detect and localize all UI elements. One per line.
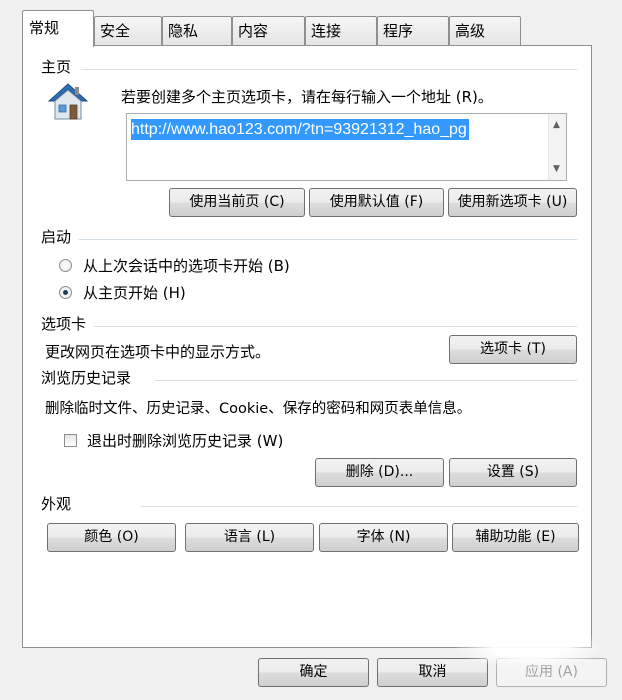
tab-label: 高级 bbox=[455, 22, 486, 40]
home-icon bbox=[47, 83, 89, 120]
tab-security[interactable]: 安全 bbox=[94, 16, 162, 46]
tab-label: 程序 bbox=[383, 22, 414, 40]
tab-label: 隐私 bbox=[168, 22, 199, 40]
fonts-button[interactable]: 字体 (N) bbox=[319, 523, 448, 552]
tab-advanced[interactable]: 高级 bbox=[449, 16, 521, 46]
watermark-overlay bbox=[455, 628, 605, 668]
startup-home-label[interactable]: 从主页开始 (H) bbox=[83, 282, 186, 303]
tab-content[interactable]: 内容 bbox=[232, 16, 305, 46]
group-divider bbox=[141, 506, 577, 507]
startup-last-session-radio[interactable] bbox=[59, 259, 72, 272]
tab-label: 安全 bbox=[100, 22, 131, 40]
tab-label: 连接 bbox=[311, 22, 342, 40]
delete-on-exit-label[interactable]: 退出时删除浏览历史记录 (W) bbox=[87, 430, 283, 451]
tabs-description: 更改网页在选项卡中的显示方式。 bbox=[45, 343, 271, 361]
appearance-group-title: 外观 bbox=[41, 495, 72, 513]
home-urls-textarea[interactable]: http://www.hao123.com/?tn=93921312_hao_p… bbox=[126, 113, 567, 181]
general-tab-panel: 主页 若要创建多个主页选项卡，请在每行输入一个地址 (R)。 http://ww… bbox=[22, 45, 592, 648]
tab-label: 内容 bbox=[238, 22, 269, 40]
colors-button[interactable]: 颜色 (O) bbox=[47, 523, 176, 552]
home-instruction-label: 若要创建多个主页选项卡，请在每行输入一个地址 (R)。 bbox=[121, 88, 493, 106]
tab-privacy[interactable]: 隐私 bbox=[162, 16, 232, 46]
group-divider bbox=[94, 326, 577, 327]
startup-group-title: 启动 bbox=[41, 228, 72, 246]
history-description: 删除临时文件、历史记录、Cookie、保存的密码和网页表单信息。 bbox=[45, 401, 472, 417]
home-url-selected-text: http://www.hao123.com/?tn=93921312_hao_p… bbox=[131, 119, 469, 140]
scroll-down-arrow-icon[interactable]: ▼ bbox=[553, 164, 560, 174]
tab-label: 常规 bbox=[29, 19, 60, 37]
use-new-tab-button[interactable]: 使用新选项卡 (U) bbox=[448, 188, 577, 217]
group-divider bbox=[155, 380, 577, 381]
group-divider bbox=[81, 69, 577, 70]
scroll-up-arrow-icon[interactable]: ▲ bbox=[553, 120, 560, 130]
tab-programs[interactable]: 程序 bbox=[377, 16, 449, 46]
tabs-settings-button[interactable]: 选项卡 (T) bbox=[449, 335, 577, 364]
tabs-group-title: 选项卡 bbox=[41, 315, 87, 333]
startup-home-radio[interactable] bbox=[59, 286, 72, 299]
tab-connections[interactable]: 连接 bbox=[305, 16, 377, 46]
url-scrollbar[interactable]: ▲ ▼ bbox=[548, 114, 566, 180]
delete-history-button[interactable]: 删除 (D)... bbox=[315, 458, 444, 487]
tab-general[interactable]: 常规 bbox=[22, 10, 94, 47]
ok-button[interactable]: 确定 bbox=[258, 658, 369, 687]
home-page-group-title: 主页 bbox=[41, 58, 72, 76]
accessibility-button[interactable]: 辅助功能 (E) bbox=[452, 523, 579, 552]
history-settings-button[interactable]: 设置 (S) bbox=[449, 458, 577, 487]
startup-last-session-label[interactable]: 从上次会话中的选项卡开始 (B) bbox=[83, 255, 290, 276]
delete-on-exit-checkbox[interactable] bbox=[64, 434, 77, 447]
group-divider bbox=[79, 239, 577, 240]
use-default-button[interactable]: 使用默认值 (F) bbox=[309, 188, 444, 217]
history-group-title: 浏览历史记录 bbox=[41, 369, 132, 387]
use-current-button[interactable]: 使用当前页 (C) bbox=[169, 188, 305, 217]
languages-button[interactable]: 语言 (L) bbox=[185, 523, 314, 552]
